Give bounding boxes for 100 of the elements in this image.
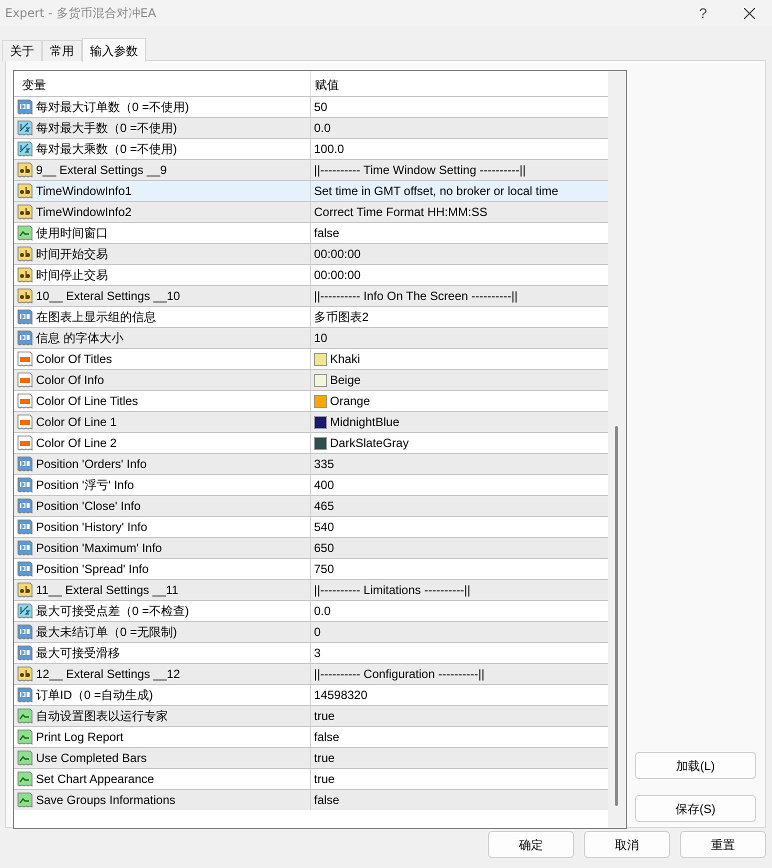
side-button[interactable]: 保存(S) [635, 795, 756, 822]
variable-name: Save Groups Informations [36, 792, 176, 809]
number-icon [17, 309, 33, 325]
value-text: true [314, 750, 335, 767]
table-row[interactable]: 每对最大乘数（0 =不使用) 100.0 [14, 138, 608, 159]
table-row[interactable]: Position 'Orders' Info 335 [14, 453, 608, 474]
variable-name: Color Of Line Titles [36, 393, 138, 410]
table-row[interactable]: 使用时间窗口 false [14, 222, 608, 243]
table-row[interactable]: Color Of Line 2 DarkSlateGray [14, 432, 608, 453]
color-icon [17, 351, 33, 367]
variable-name: 时间开始交易 [36, 246, 108, 263]
variable-name: Position 'Orders' Info [36, 456, 147, 473]
table-row[interactable]: 自动设置图表以运行专家 true [14, 705, 608, 726]
table-row[interactable]: 最大未结订单（0 =无限制) 0 [14, 621, 608, 642]
tab[interactable]: 常用 [42, 40, 82, 61]
value-text: Beige [330, 372, 361, 389]
variable-name: TimeWindowInfo1 [36, 183, 132, 200]
color-icon [17, 414, 33, 430]
value-text: true [314, 771, 335, 788]
close-icon [744, 8, 754, 18]
value-text: 335 [314, 456, 334, 473]
variable-name: 9__ Exteral Settings __9 [36, 162, 167, 179]
table-row[interactable]: Print Log Report false [14, 726, 608, 747]
tab[interactable]: 关于 [2, 40, 42, 61]
number-icon [17, 456, 33, 472]
variable-name: Position 'Maximum' Info [36, 540, 162, 557]
fraction-icon [17, 141, 33, 157]
table-row[interactable]: 9__ Exteral Settings __9 ||---------- Time Window Setting ----------|| [14, 159, 608, 180]
variable-name: Use Completed Bars [36, 750, 147, 767]
table-row[interactable]: Color Of Titles Khaki [14, 348, 608, 369]
table-row[interactable]: Use Completed Bars true [14, 747, 608, 768]
value-text: 465 [314, 498, 334, 515]
variable-name: 12__ Exteral Settings __12 [36, 666, 180, 683]
side-button[interactable]: 加载(L) [635, 752, 756, 779]
table-row[interactable]: 10__ Exteral Settings __10 ||---------- Info On The Screen ----------|| [14, 285, 608, 306]
value-text: 400 [314, 477, 334, 494]
table-row[interactable]: Color Of Info Beige [14, 369, 608, 390]
value-text: MidnightBlue [330, 414, 400, 431]
value-text: Correct Time Format HH:MM:SS [314, 204, 488, 221]
text-icon [17, 204, 33, 220]
variable-name: Position 'Close' Info [36, 498, 141, 515]
variable-name: 最大可接受滑移 [36, 645, 120, 662]
dialog-button[interactable]: 取消 [584, 831, 670, 858]
table-row[interactable]: 每对最大订单数（0 =不使用) 50 [14, 96, 608, 117]
value-text: 00:00:00 [314, 267, 361, 284]
variable-name: 最大可接受点差（0 =不检查) [36, 603, 190, 620]
variable-name: 每对最大手数（0 =不使用) [36, 120, 178, 137]
dialog-button[interactable]: 确定 [488, 831, 574, 858]
variable-name: TimeWindowInfo2 [36, 204, 132, 221]
number-icon [17, 99, 33, 115]
table-row[interactable]: 11__ Exteral Settings __11 ||---------- Limitations ----------|| [14, 579, 608, 600]
scrollbar-thumb[interactable] [615, 426, 618, 806]
table-row[interactable]: Position '浮亏' Info 400 [14, 474, 608, 495]
table-row[interactable]: 最大可接受点差（0 =不检查) 0.0 [14, 600, 608, 621]
variable-name: Position 'History' Info [36, 519, 148, 536]
table-row[interactable]: Set Chart Appearance true [14, 768, 608, 789]
help-button[interactable]: ? [680, 0, 726, 26]
table-row[interactable]: Save Groups Informations false [14, 789, 608, 810]
table-row[interactable]: 时间停止交易 00:00:00 [14, 264, 608, 285]
table-row[interactable]: 信息 的字体大小 10 [14, 327, 608, 348]
value-text: 50 [314, 99, 328, 116]
table-row[interactable]: 时间开始交易 00:00:00 [14, 243, 608, 264]
variable-name: Set Chart Appearance [36, 771, 154, 788]
tab[interactable]: 输入参数 [82, 38, 146, 62]
variable-name: Position 'Spread' Info [36, 561, 149, 578]
fraction-icon [17, 603, 33, 619]
number-icon [17, 477, 33, 493]
table-row[interactable]: 12__ Exteral Settings __12 ||---------- Configuration ----------|| [14, 663, 608, 684]
value-text: 0.0 [314, 120, 331, 137]
table-row[interactable]: 每对最大手数（0 =不使用) 0.0 [14, 117, 608, 138]
value-text: 10 [314, 330, 328, 347]
text-icon [17, 183, 33, 199]
table-row[interactable]: 订单ID（0 =自动生成) 14598320 [14, 684, 608, 705]
variable-name: Color Of Info [36, 372, 104, 389]
text-icon [17, 267, 33, 283]
text-icon [17, 582, 33, 598]
scrollbar[interactable] [608, 71, 626, 828]
table-row[interactable]: Position 'Maximum' Info 650 [14, 537, 608, 558]
number-icon [17, 561, 33, 577]
table-row[interactable]: 在图表上显示组的信息 多币图表2 [14, 306, 608, 327]
table-row[interactable]: Color Of Line Titles Orange [14, 390, 608, 411]
value-text: Khaki [330, 351, 360, 368]
variable-name: Color Of Line 2 [36, 435, 117, 452]
text-icon [17, 246, 33, 262]
variable-name: 信息 的字体大小 [36, 330, 124, 347]
dialog-button[interactable]: 重置 [680, 831, 766, 858]
number-icon [17, 645, 33, 661]
table-row[interactable]: 最大可接受滑移 3 [14, 642, 608, 663]
table-row[interactable]: Position 'History' Info 540 [14, 516, 608, 537]
table-row[interactable]: Position 'Spread' Info 750 [14, 558, 608, 579]
table-row[interactable]: TimeWindowInfo2 Correct Time Format HH:MM:SS [14, 201, 608, 222]
table-row[interactable]: TimeWindowInfo1 Set time in GMT offset, no broker or local time [14, 180, 608, 201]
fraction-icon [17, 120, 33, 136]
value-text: 0.0 [314, 603, 331, 620]
variable-name: 订单ID（0 =自动生成) [36, 687, 154, 704]
value-text: false [314, 729, 340, 746]
variable-name: 10__ Exteral Settings __10 [36, 288, 180, 305]
table-row[interactable]: Position 'Close' Info 465 [14, 495, 608, 516]
column-header[interactable]: 赋值 [311, 71, 608, 96]
table-row[interactable]: Color Of Line 1 MidnightBlue [14, 411, 608, 432]
